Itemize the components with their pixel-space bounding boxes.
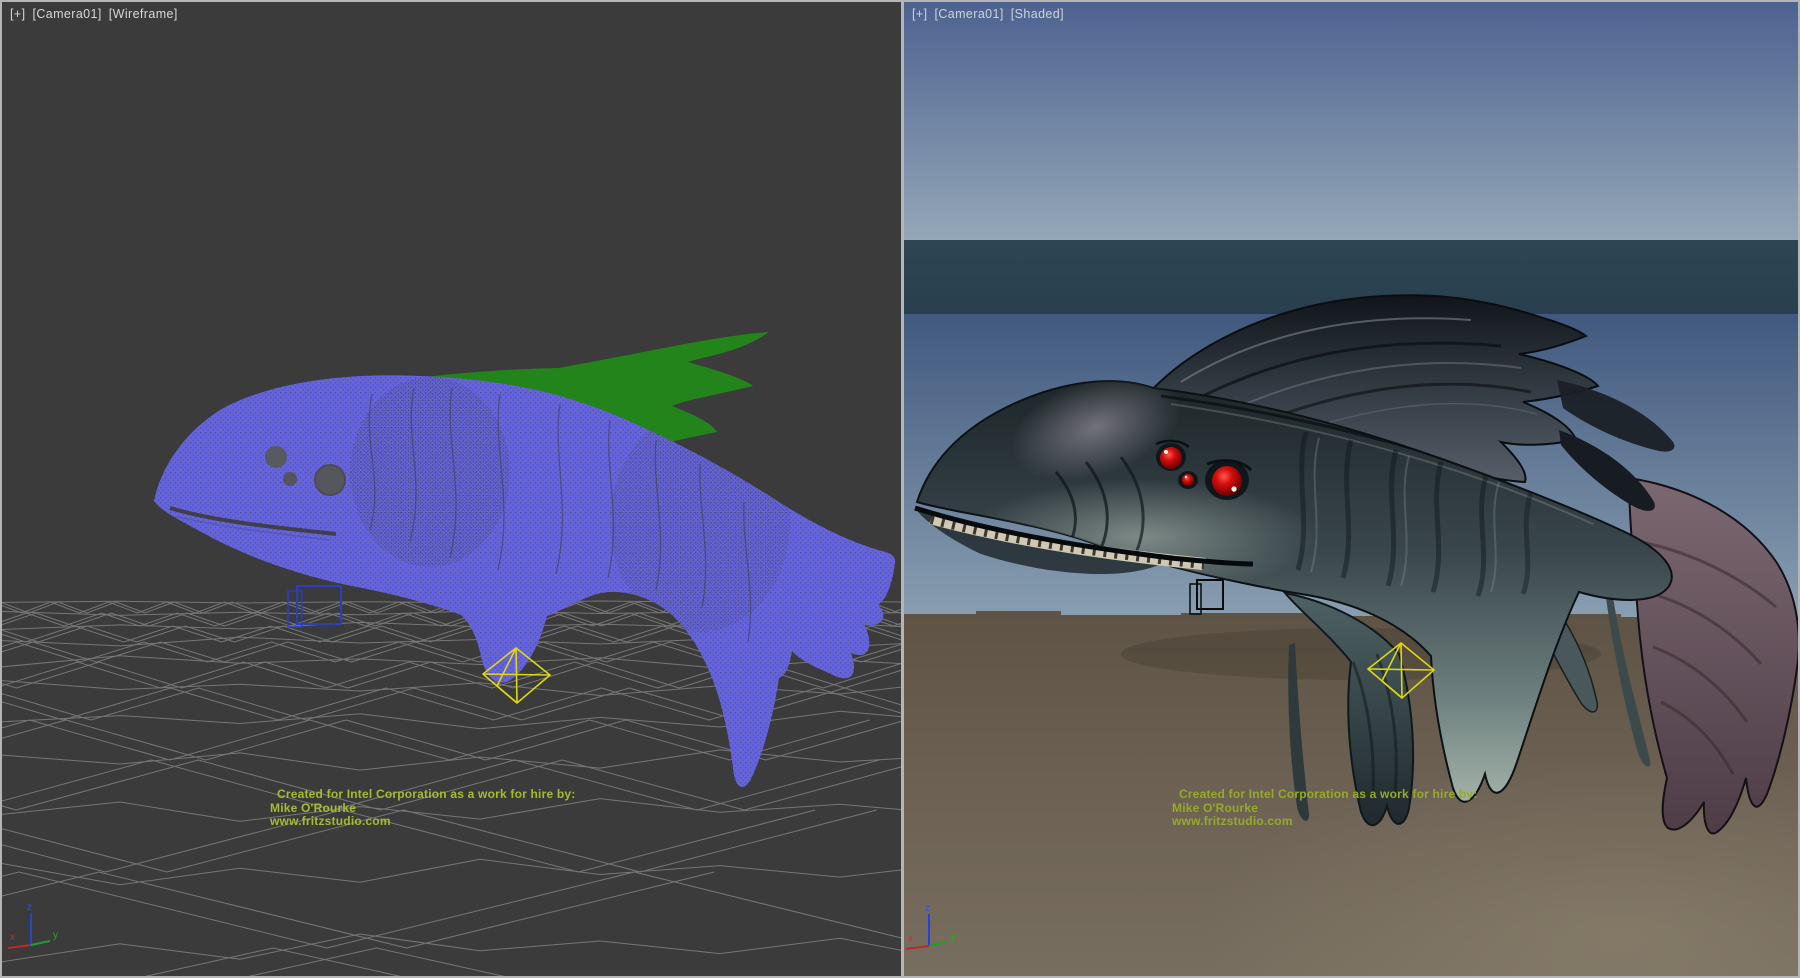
sky-gradient — [904, 2, 1798, 240]
viewport-wireframe[interactable]: x z y [+] [Camera01] [Wireframe] Created… — [2, 2, 901, 976]
scene-credit-text: Created for Intel Corporation as a work … — [1172, 788, 1477, 829]
eye-upper — [1160, 447, 1182, 469]
viewport-menu-shading[interactable]: [Wireframe] — [109, 7, 178, 21]
axis-z-label: z — [27, 902, 32, 913]
viewport-shaded[interactable]: x z y [+] [Camera01] [Shaded] Created fo… — [904, 2, 1798, 976]
viewport-menu-general[interactable]: [+] — [912, 7, 927, 21]
viewport-label-right: [+] [Camera01] [Shaded] — [912, 7, 1064, 21]
axis-y-label: y — [951, 931, 956, 942]
axis-x-label: x — [10, 932, 15, 943]
scene-credit-text: Created for Intel Corporation as a work … — [270, 788, 575, 829]
credit-line-1: Created for Intel Corporation as a work … — [1172, 788, 1477, 802]
viewport-menu-pov[interactable]: [Camera01] — [32, 7, 101, 21]
credit-line-3: www.fritzstudio.com — [1172, 815, 1477, 829]
axis-y-label: y — [53, 930, 58, 941]
eye-small — [1182, 474, 1194, 486]
eye-large — [1212, 466, 1242, 496]
max-dual-viewport-window: x z y [+] [Camera01] [Wireframe] Created… — [0, 0, 1800, 978]
credit-line-2: Mike O'Rourke — [270, 802, 575, 816]
fish-eye-spot — [265, 446, 287, 468]
axis-x-label: x — [908, 933, 913, 944]
axis-z-label: z — [925, 903, 930, 914]
shaded-scene: x z y — [904, 2, 1798, 976]
credit-line-2: Mike O'Rourke — [1172, 802, 1477, 816]
viewport-menu-shading[interactable]: [Shaded] — [1011, 7, 1064, 21]
fish-eye-spot-small — [283, 472, 297, 486]
wireframe-scene: x z y — [2, 2, 901, 976]
viewport-menu-pov[interactable]: [Camera01] — [934, 7, 1003, 21]
credit-line-3: www.fritzstudio.com — [270, 815, 575, 829]
credit-line-1: Created for Intel Corporation as a work … — [270, 788, 575, 802]
viewport-menu-general[interactable]: [+] — [10, 7, 25, 21]
world-axis-tripod: x z y — [8, 902, 58, 948]
viewport-label-left: [+] [Camera01] [Wireframe] — [10, 7, 178, 21]
